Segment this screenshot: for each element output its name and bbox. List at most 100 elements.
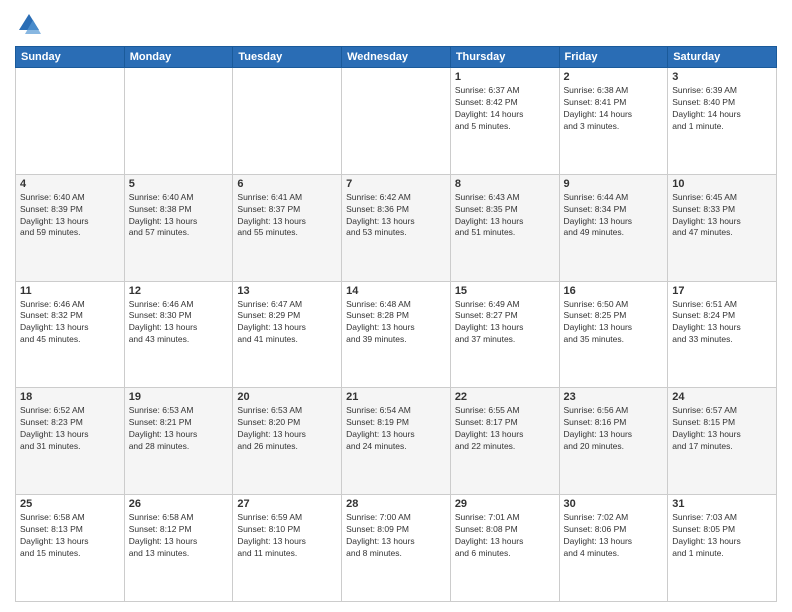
day-info: Sunrise: 7:01 AM Sunset: 8:08 PM Dayligh… bbox=[455, 512, 555, 560]
day-number: 6 bbox=[237, 178, 337, 190]
day-cell: 2 Sunrise: 6:38 AM Sunset: 8:41 PM Daylig… bbox=[559, 68, 668, 175]
day-number: 8 bbox=[455, 178, 555, 190]
day-cell: 24Sunrise: 6:57 AM Sunset: 8:15 PM Dayli… bbox=[668, 388, 777, 495]
day-number: 13 bbox=[237, 285, 337, 297]
day-info: Sunrise: 6:59 AM Sunset: 8:10 PM Dayligh… bbox=[237, 512, 337, 560]
day-number: 19 bbox=[129, 391, 229, 403]
day-number: 10 bbox=[672, 178, 772, 190]
day-number: 29 bbox=[455, 498, 555, 510]
day-cell: 5 Sunrise: 6:40 AM Sunset: 8:38 PM Daylig… bbox=[124, 174, 233, 281]
header-row: SundayMondayTuesdayWednesdayThursdayFrid… bbox=[16, 47, 777, 68]
day-number: 24 bbox=[672, 391, 772, 403]
day-info: Sunrise: 6:44 AM Sunset: 8:34 PM Dayligh… bbox=[564, 192, 664, 240]
day-number: 5 bbox=[129, 178, 229, 190]
day-info: Sunrise: 6:40 AM Sunset: 8:38 PM Dayligh… bbox=[129, 192, 229, 240]
day-info: Sunrise: 6:46 AM Sunset: 8:30 PM Dayligh… bbox=[129, 299, 229, 347]
day-number: 12 bbox=[129, 285, 229, 297]
day-cell: 6 Sunrise: 6:41 AM Sunset: 8:37 PM Daylig… bbox=[233, 174, 342, 281]
day-number: 14 bbox=[346, 285, 446, 297]
day-cell: 14 Sunrise: 6:48 AM Sunset: 8:28 PM Dayli… bbox=[342, 281, 451, 388]
day-number: 15 bbox=[455, 285, 555, 297]
day-header-monday: Monday bbox=[124, 47, 233, 68]
day-cell: 23Sunrise: 6:56 AM Sunset: 8:16 PM Dayli… bbox=[559, 388, 668, 495]
day-info: Sunrise: 6:55 AM Sunset: 8:17 PM Dayligh… bbox=[455, 405, 555, 453]
day-info: Sunrise: 6:39 AM Sunset: 8:40 PM Dayligh… bbox=[672, 85, 772, 133]
day-number: 1 bbox=[455, 71, 555, 83]
header bbox=[15, 10, 777, 38]
day-cell: 12 Sunrise: 6:46 AM Sunset: 8:30 PM Dayli… bbox=[124, 281, 233, 388]
week-row-3: 11 Sunrise: 6:46 AM Sunset: 8:32 PM Dayli… bbox=[16, 281, 777, 388]
day-cell: 25Sunrise: 6:58 AM Sunset: 8:13 PM Dayli… bbox=[16, 495, 125, 602]
day-info: Sunrise: 6:37 AM Sunset: 8:42 PM Dayligh… bbox=[455, 85, 555, 133]
day-cell bbox=[233, 68, 342, 175]
day-info: Sunrise: 6:42 AM Sunset: 8:36 PM Dayligh… bbox=[346, 192, 446, 240]
day-number: 11 bbox=[20, 285, 120, 297]
day-info: Sunrise: 6:51 AM Sunset: 8:24 PM Dayligh… bbox=[672, 299, 772, 347]
day-cell: 30 Sunrise: 7:02 AM Sunset: 8:06 PM Dayli… bbox=[559, 495, 668, 602]
week-row-1: 1 Sunrise: 6:37 AM Sunset: 8:42 PM Daylig… bbox=[16, 68, 777, 175]
day-cell: 29 Sunrise: 7:01 AM Sunset: 8:08 PM Dayli… bbox=[450, 495, 559, 602]
day-number: 17 bbox=[672, 285, 772, 297]
day-info: Sunrise: 6:46 AM Sunset: 8:32 PM Dayligh… bbox=[20, 299, 120, 347]
day-info: Sunrise: 6:43 AM Sunset: 8:35 PM Dayligh… bbox=[455, 192, 555, 240]
calendar-body: 1 Sunrise: 6:37 AM Sunset: 8:42 PM Daylig… bbox=[16, 68, 777, 602]
day-info: Sunrise: 6:40 AM Sunset: 8:39 PM Dayligh… bbox=[20, 192, 120, 240]
day-info: Sunrise: 7:00 AM Sunset: 8:09 PM Dayligh… bbox=[346, 512, 446, 560]
day-cell: 27 Sunrise: 6:59 AM Sunset: 8:10 PM Dayli… bbox=[233, 495, 342, 602]
calendar-header: SundayMondayTuesdayWednesdayThursdayFrid… bbox=[16, 47, 777, 68]
day-number: 31 bbox=[672, 498, 772, 510]
day-info: Sunrise: 6:54 AM Sunset: 8:19 PM Dayligh… bbox=[346, 405, 446, 453]
day-number: 23 bbox=[564, 391, 664, 403]
day-header-wednesday: Wednesday bbox=[342, 47, 451, 68]
page: SundayMondayTuesdayWednesdayThursdayFrid… bbox=[0, 0, 792, 612]
day-number: 18 bbox=[20, 391, 120, 403]
day-cell: 18 Sunrise: 6:52 AM Sunset: 8:23 PM Dayli… bbox=[16, 388, 125, 495]
day-cell: 3 Sunrise: 6:39 AM Sunset: 8:40 PM Daylig… bbox=[668, 68, 777, 175]
day-info: Sunrise: 6:47 AM Sunset: 8:29 PM Dayligh… bbox=[237, 299, 337, 347]
day-info: Sunrise: 6:45 AM Sunset: 8:33 PM Dayligh… bbox=[672, 192, 772, 240]
day-cell: 20 Sunrise: 6:53 AM Sunset: 8:20 PM Dayli… bbox=[233, 388, 342, 495]
day-header-saturday: Saturday bbox=[668, 47, 777, 68]
calendar-table: SundayMondayTuesdayWednesdayThursdayFrid… bbox=[15, 46, 777, 602]
day-info: Sunrise: 6:41 AM Sunset: 8:37 PM Dayligh… bbox=[237, 192, 337, 240]
day-number: 30 bbox=[564, 498, 664, 510]
day-cell: 7 Sunrise: 6:42 AM Sunset: 8:36 PM Daylig… bbox=[342, 174, 451, 281]
day-cell: 15Sunrise: 6:49 AM Sunset: 8:27 PM Dayli… bbox=[450, 281, 559, 388]
day-info: Sunrise: 6:38 AM Sunset: 8:41 PM Dayligh… bbox=[564, 85, 664, 133]
day-number: 7 bbox=[346, 178, 446, 190]
day-number: 27 bbox=[237, 498, 337, 510]
logo bbox=[15, 10, 47, 38]
day-cell: 11 Sunrise: 6:46 AM Sunset: 8:32 PM Dayli… bbox=[16, 281, 125, 388]
day-number: 20 bbox=[237, 391, 337, 403]
day-number: 2 bbox=[564, 71, 664, 83]
day-cell: 1 Sunrise: 6:37 AM Sunset: 8:42 PM Daylig… bbox=[450, 68, 559, 175]
day-header-sunday: Sunday bbox=[16, 47, 125, 68]
day-info: Sunrise: 7:02 AM Sunset: 8:06 PM Dayligh… bbox=[564, 512, 664, 560]
day-cell: 17 Sunrise: 6:51 AM Sunset: 8:24 PM Dayli… bbox=[668, 281, 777, 388]
day-number: 3 bbox=[672, 71, 772, 83]
day-info: Sunrise: 6:53 AM Sunset: 8:20 PM Dayligh… bbox=[237, 405, 337, 453]
day-header-friday: Friday bbox=[559, 47, 668, 68]
day-number: 21 bbox=[346, 391, 446, 403]
day-info: Sunrise: 6:52 AM Sunset: 8:23 PM Dayligh… bbox=[20, 405, 120, 453]
day-cell: 22 Sunrise: 6:55 AM Sunset: 8:17 PM Dayli… bbox=[450, 388, 559, 495]
week-row-2: 4Sunrise: 6:40 AM Sunset: 8:39 PM Daylig… bbox=[16, 174, 777, 281]
day-cell: 8 Sunrise: 6:43 AM Sunset: 8:35 PM Daylig… bbox=[450, 174, 559, 281]
day-cell: 13 Sunrise: 6:47 AM Sunset: 8:29 PM Dayli… bbox=[233, 281, 342, 388]
day-cell: 26 Sunrise: 6:58 AM Sunset: 8:12 PM Dayli… bbox=[124, 495, 233, 602]
day-info: Sunrise: 6:53 AM Sunset: 8:21 PM Dayligh… bbox=[129, 405, 229, 453]
day-cell: 21 Sunrise: 6:54 AM Sunset: 8:19 PM Dayli… bbox=[342, 388, 451, 495]
day-info: Sunrise: 6:58 AM Sunset: 8:13 PM Dayligh… bbox=[20, 512, 120, 560]
day-info: Sunrise: 6:58 AM Sunset: 8:12 PM Dayligh… bbox=[129, 512, 229, 560]
day-cell: 31 Sunrise: 7:03 AM Sunset: 8:05 PM Dayli… bbox=[668, 495, 777, 602]
day-number: 22 bbox=[455, 391, 555, 403]
day-number: 9 bbox=[564, 178, 664, 190]
day-info: Sunrise: 6:48 AM Sunset: 8:28 PM Dayligh… bbox=[346, 299, 446, 347]
day-number: 26 bbox=[129, 498, 229, 510]
day-cell: 10 Sunrise: 6:45 AM Sunset: 8:33 PM Dayli… bbox=[668, 174, 777, 281]
day-cell bbox=[16, 68, 125, 175]
day-cell: 4Sunrise: 6:40 AM Sunset: 8:39 PM Daylig… bbox=[16, 174, 125, 281]
day-info: Sunrise: 7:03 AM Sunset: 8:05 PM Dayligh… bbox=[672, 512, 772, 560]
day-cell: 28Sunrise: 7:00 AM Sunset: 8:09 PM Dayli… bbox=[342, 495, 451, 602]
day-cell: 16Sunrise: 6:50 AM Sunset: 8:25 PM Dayli… bbox=[559, 281, 668, 388]
